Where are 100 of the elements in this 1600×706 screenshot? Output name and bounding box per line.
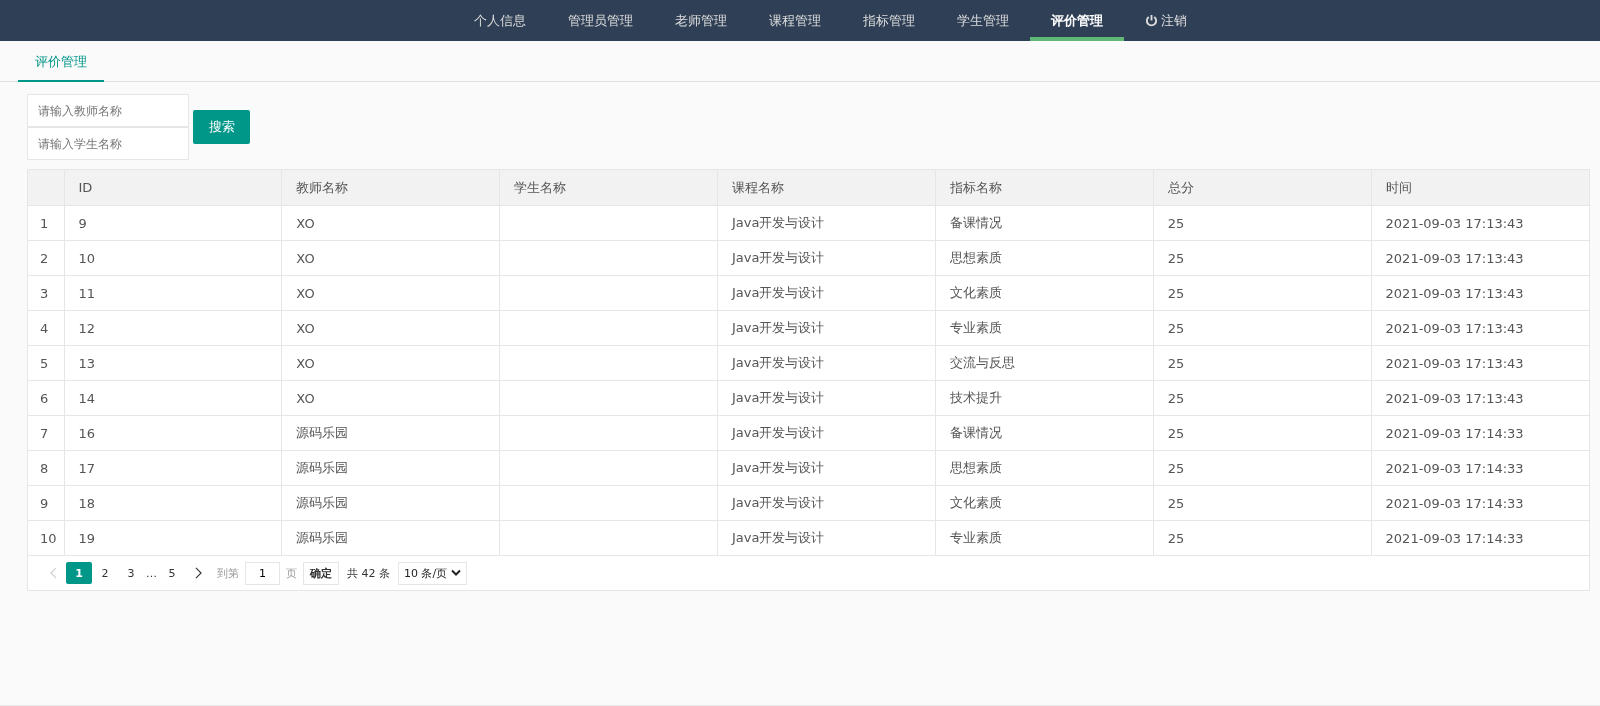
table-cell: 25 xyxy=(1153,450,1372,486)
search-field[interactable]: 请输入教师名称 xyxy=(27,94,189,127)
table-cell: Java开发与设计 xyxy=(717,275,936,311)
table-cell: 专业素质 xyxy=(935,520,1154,556)
table-cell: 11 xyxy=(64,275,282,311)
table-cell: Java开发与设计 xyxy=(717,345,936,381)
logout-link[interactable]: 注销 xyxy=(1123,0,1208,41)
table-cell: Java开发与设计 xyxy=(717,520,936,556)
table-cell: 2021-09-03 17:13:43 xyxy=(1371,380,1589,416)
table-cell: 2021-09-03 17:14:33 xyxy=(1371,520,1589,556)
table-cell: 25 xyxy=(1153,380,1372,416)
nav-link[interactable]: 课程管理 xyxy=(747,0,842,41)
table-cell: 2021-09-03 17:13:43 xyxy=(1371,310,1589,346)
table-cell: 25 xyxy=(1153,275,1372,311)
table-cell: Java开发与设计 xyxy=(717,205,936,241)
page-number-field[interactable]: 1 xyxy=(245,561,280,585)
table-cell: 19 xyxy=(64,520,282,556)
table-cell: XO xyxy=(281,240,500,276)
page-button[interactable]: 1 xyxy=(66,562,92,584)
confirm-button[interactable]: 确定 xyxy=(303,561,339,585)
table-cell: XO xyxy=(281,310,500,346)
table-cell: 13 xyxy=(64,345,282,381)
total-count: 共 42 条 xyxy=(347,565,390,581)
table-cell: 2021-09-03 17:13:43 xyxy=(1371,275,1589,311)
column-header: 时间 xyxy=(1371,170,1589,206)
nav-link[interactable]: 评价管理 xyxy=(1029,0,1124,41)
table-cell: 2021-09-03 17:14:33 xyxy=(1371,485,1589,521)
table-cell: 源码乐园 xyxy=(281,485,500,521)
table-cell: Java开发与设计 xyxy=(717,310,936,346)
page-button[interactable]: 3 xyxy=(118,562,144,584)
column-header: ID xyxy=(64,170,282,206)
table-cell: 7 xyxy=(28,415,64,451)
table-cell: 25 xyxy=(1153,415,1372,451)
column-header: 教师名称 xyxy=(281,170,500,206)
nav-link[interactable]: 指标管理 xyxy=(841,0,936,41)
nav-link[interactable]: 老师管理 xyxy=(653,0,748,41)
table-cell: 25 xyxy=(1153,310,1372,346)
column-header: 指标名称 xyxy=(935,170,1154,206)
table-cell: 2021-09-03 17:13:43 xyxy=(1371,205,1589,241)
table-cell: Java开发与设计 xyxy=(717,485,936,521)
page-unit-label: 页 xyxy=(286,565,297,581)
table-cell: 2021-09-03 17:14:33 xyxy=(1371,450,1589,486)
table-cell: 4 xyxy=(28,310,64,346)
table-cell: 文化素质 xyxy=(935,275,1154,311)
column-header: 课程名称 xyxy=(717,170,936,206)
table-cell: 25 xyxy=(1153,205,1372,241)
column-header: 学生名称 xyxy=(499,170,718,206)
table-cell: 10 xyxy=(28,520,64,556)
table-cell: 5 xyxy=(28,345,64,381)
table-cell: 源码乐园 xyxy=(281,450,500,486)
page-size-select[interactable]: 10 条/页 xyxy=(398,561,468,585)
table-cell: 备课情况 xyxy=(935,415,1154,451)
table-cell: 2021-09-03 17:14:33 xyxy=(1371,415,1589,451)
table-cell: 3 xyxy=(28,275,64,311)
table-cell: 源码乐园 xyxy=(281,415,500,451)
table-cell: Java开发与设计 xyxy=(717,240,936,276)
chevron-left-icon xyxy=(49,567,57,579)
table-cell: 思想素质 xyxy=(935,240,1154,276)
table-cell: XO xyxy=(281,275,500,311)
table-cell: Java开发与设计 xyxy=(717,450,936,486)
table-cell: 交流与反思 xyxy=(935,345,1154,381)
table-cell: 25 xyxy=(1153,485,1372,521)
search-button[interactable]: 搜索 xyxy=(193,110,250,144)
table-cell: 文化素质 xyxy=(935,485,1154,521)
table-cell: 技术提升 xyxy=(935,380,1154,416)
table-cell: 8 xyxy=(28,450,64,486)
page-ellipsis: … xyxy=(145,566,158,580)
page-button[interactable]: 2 xyxy=(92,562,118,584)
table-cell: 25 xyxy=(1153,345,1372,381)
caret-icon xyxy=(451,569,462,577)
power-icon xyxy=(1144,14,1158,27)
table-cell: 2 xyxy=(28,240,64,276)
nav-link[interactable]: 学生管理 xyxy=(935,0,1030,41)
chevron-right-icon xyxy=(194,567,202,579)
goto-label: 到第 xyxy=(217,565,239,581)
table-cell: 1 xyxy=(28,205,64,241)
table-cell: 14 xyxy=(64,380,282,416)
table-cell: 17 xyxy=(64,450,282,486)
table-cell: 6 xyxy=(28,380,64,416)
column-header: 总分 xyxy=(1153,170,1372,206)
table-cell: 备课情况 xyxy=(935,205,1154,241)
tab[interactable]: 评价管理 xyxy=(18,51,104,82)
table-cell: 9 xyxy=(28,485,64,521)
table-cell: 18 xyxy=(64,485,282,521)
nav-link[interactable]: 个人信息 xyxy=(452,0,547,41)
table-cell: 25 xyxy=(1153,520,1372,556)
table-cell: 思想素质 xyxy=(935,450,1154,486)
table-cell: 专业素质 xyxy=(935,310,1154,346)
page-button[interactable]: 5 xyxy=(159,562,185,584)
search-field[interactable]: 请输入学生名称 xyxy=(27,127,189,160)
table-cell: XO xyxy=(281,205,500,241)
table-cell: 2021-09-03 17:13:43 xyxy=(1371,240,1589,276)
table-cell: 12 xyxy=(64,310,282,346)
table-cell: 16 xyxy=(64,415,282,451)
table-cell: 10 xyxy=(64,240,282,276)
table-cell: XO xyxy=(281,380,500,416)
table-cell: Java开发与设计 xyxy=(717,415,936,451)
table-cell: Java开发与设计 xyxy=(717,380,936,416)
table-cell: 源码乐园 xyxy=(281,520,500,556)
nav-link[interactable]: 管理员管理 xyxy=(546,0,654,41)
